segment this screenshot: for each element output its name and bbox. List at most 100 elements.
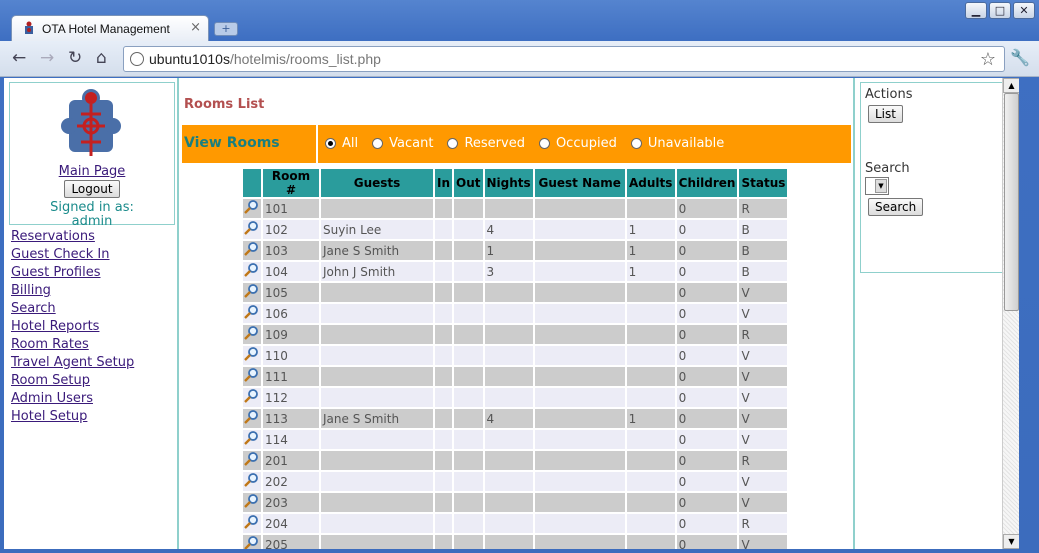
menu-search[interactable]: Search	[11, 301, 56, 316]
table-cell[interactable]: 106	[263, 304, 319, 323]
table-cell[interactable]: 101	[263, 199, 319, 218]
wrench-icon[interactable]: 🔧	[1010, 48, 1030, 67]
maximize-button[interactable]: □	[989, 2, 1011, 19]
menu-hotel-reports[interactable]: Hotel Reports	[11, 319, 99, 334]
reload-icon[interactable]: ↻	[68, 49, 82, 67]
back-arrow-icon[interactable]: ←	[12, 49, 26, 67]
column-header[interactable]: Room #	[263, 169, 319, 197]
browser-tab[interactable]: OTA Hotel Management ×	[11, 15, 209, 41]
column-header[interactable]: Adults	[626, 169, 675, 197]
magnifier-icon[interactable]	[243, 388, 259, 404]
table-cell[interactable]: 110	[263, 346, 319, 365]
filter-radio-all[interactable]: All	[325, 136, 358, 151]
radio-circle-icon[interactable]	[447, 138, 459, 149]
table-cell[interactable]: 109	[263, 325, 319, 344]
table-cell: R	[739, 451, 788, 470]
magnifier-icon[interactable]	[243, 346, 259, 362]
table-cell: 1	[626, 262, 675, 281]
magnifier-icon[interactable]	[243, 451, 259, 467]
column-header[interactable]: Nights	[484, 169, 533, 197]
magnifier-icon[interactable]	[243, 472, 259, 488]
row-view-cell	[243, 346, 261, 365]
new-tab-button[interactable]: +	[214, 22, 238, 36]
vertical-scrollbar[interactable]: ▲ ▼	[1002, 78, 1019, 549]
search-button[interactable]: Search	[868, 198, 924, 216]
magnifier-icon[interactable]	[243, 514, 259, 530]
menu-guest-profiles[interactable]: Guest Profiles	[11, 265, 101, 280]
list-button[interactable]: List	[868, 105, 903, 123]
table-cell[interactable]: 114	[263, 430, 319, 449]
bookmark-star-icon[interactable]: ☆	[980, 49, 996, 70]
table-cell[interactable]: 111	[263, 367, 319, 386]
scrollbar-thumb[interactable]	[1004, 93, 1019, 311]
menu-billing[interactable]: Billing	[11, 283, 51, 298]
forward-arrow-icon[interactable]: →	[40, 49, 54, 67]
search-select[interactable]: ▼	[865, 177, 889, 195]
menu-admin-users[interactable]: Admin Users	[11, 391, 93, 406]
url-text[interactable]: ubuntu1010s/hotelmis/rooms_list.php	[149, 51, 381, 67]
table-row: 104 John J Smith 3 1 0 B	[243, 262, 788, 281]
radio-circle-icon[interactable]	[538, 138, 550, 149]
radio-circle-icon[interactable]	[325, 138, 336, 149]
address-bar[interactable]: ubuntu1010s/hotelmis/rooms_list.php ☆	[123, 46, 1005, 72]
table-cell: John J Smith	[321, 262, 433, 281]
tab-close-icon[interactable]: ×	[190, 20, 201, 35]
table-cell[interactable]: 102	[263, 220, 319, 239]
table-cell[interactable]: 205	[263, 535, 319, 549]
column-header[interactable]: Children	[676, 169, 738, 197]
table-cell	[534, 325, 625, 344]
logout-button[interactable]: Logout	[64, 180, 120, 198]
magnifier-icon[interactable]	[243, 283, 259, 299]
magnifier-icon[interactable]	[243, 241, 259, 257]
column-header[interactable]: Out	[454, 169, 483, 197]
magnifier-icon[interactable]	[243, 367, 259, 383]
magnifier-icon[interactable]	[243, 325, 259, 341]
row-view-cell	[243, 304, 261, 323]
magnifier-icon[interactable]	[243, 409, 259, 425]
filter-radio-reserved[interactable]: Reserved	[447, 136, 525, 151]
scroll-up-arrow-icon[interactable]: ▲	[1003, 78, 1019, 93]
table-cell[interactable]: 203	[263, 493, 319, 512]
row-view-cell	[243, 451, 261, 470]
column-header[interactable]: Guests	[321, 169, 433, 197]
home-icon[interactable]: ⌂	[96, 49, 107, 67]
magnifier-icon[interactable]	[243, 535, 259, 549]
menu-reservations[interactable]: Reservations	[11, 229, 95, 244]
menu-guest-check-in[interactable]: Guest Check In	[11, 247, 110, 262]
column-header[interactable]: Status	[739, 169, 788, 197]
menu-room-rates[interactable]: Room Rates	[11, 337, 89, 352]
table-cell[interactable]: 204	[263, 514, 319, 533]
radio-circle-icon[interactable]	[372, 138, 384, 149]
table-cell[interactable]: 113	[263, 409, 319, 428]
close-window-button[interactable]: ✕	[1013, 2, 1035, 19]
main-page-link[interactable]: Main Page	[59, 164, 126, 179]
table-cell	[534, 409, 625, 428]
menu-hotel-setup[interactable]: Hotel Setup	[11, 409, 87, 424]
magnifier-icon[interactable]	[243, 220, 259, 236]
radio-circle-icon[interactable]	[630, 138, 642, 149]
filter-radio-unavailable[interactable]: Unavailable	[630, 136, 724, 151]
table-cell[interactable]: 105	[263, 283, 319, 302]
column-header[interactable]: Guest Name	[534, 169, 625, 197]
magnifier-icon[interactable]	[243, 199, 259, 215]
filter-radio-occupied[interactable]: Occupied	[538, 136, 617, 151]
table-cell	[321, 514, 433, 533]
table-cell	[321, 535, 433, 549]
magnifier-icon[interactable]	[243, 493, 259, 509]
table-cell[interactable]: 202	[263, 472, 319, 491]
magnifier-icon[interactable]	[243, 262, 259, 278]
table-cell[interactable]: 104	[263, 262, 319, 281]
filter-radio-vacant[interactable]: Vacant	[372, 136, 433, 151]
table-cell	[626, 325, 675, 344]
table-cell[interactable]: 201	[263, 451, 319, 470]
filter-label: Reserved	[464, 136, 525, 151]
menu-travel-agent-setup[interactable]: Travel Agent Setup	[11, 355, 134, 370]
table-cell[interactable]: 112	[263, 388, 319, 407]
scroll-down-arrow-icon[interactable]: ▼	[1003, 534, 1019, 549]
table-cell[interactable]: 103	[263, 241, 319, 260]
minimize-button[interactable]: ▁	[965, 2, 987, 19]
magnifier-icon[interactable]	[243, 430, 259, 446]
magnifier-icon[interactable]	[243, 304, 259, 320]
column-header[interactable]: In	[435, 169, 453, 197]
menu-room-setup[interactable]: Room Setup	[11, 373, 90, 388]
